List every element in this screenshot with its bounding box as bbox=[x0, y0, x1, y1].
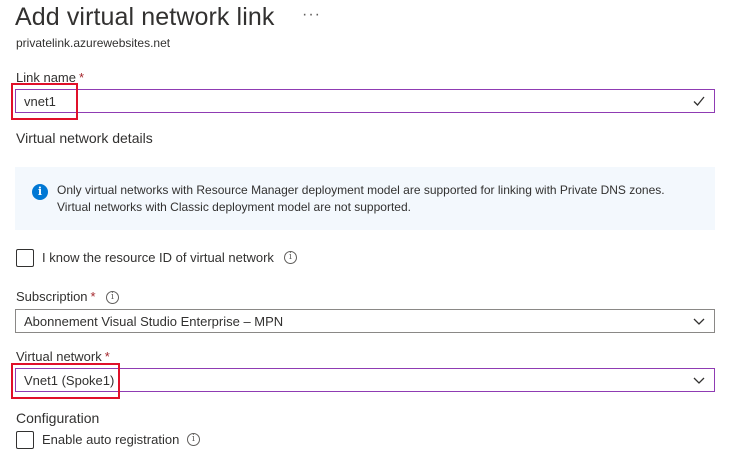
subscription-label: Subscription * bbox=[16, 289, 96, 304]
subscription-value: Abonnement Visual Studio Enterprise – MP… bbox=[24, 314, 284, 329]
auto-registration-checkbox[interactable] bbox=[16, 431, 34, 449]
info-banner: i Only virtual networks with Resource Ma… bbox=[15, 167, 715, 230]
auto-registration-label: Enable auto registration bbox=[42, 432, 180, 447]
info-circle-icon: i bbox=[32, 184, 48, 200]
chevron-down-icon bbox=[693, 318, 705, 325]
chevron-down-icon bbox=[693, 377, 705, 384]
resource-id-checkbox[interactable] bbox=[16, 249, 34, 267]
link-name-input[interactable]: vnet1 bbox=[15, 89, 715, 113]
page-subtitle: privatelink.azurewebsites.net bbox=[16, 36, 171, 50]
info-banner-text: Only virtual networks with Resource Mana… bbox=[57, 183, 665, 214]
virtual-network-highlight bbox=[11, 363, 120, 399]
checkmark-icon bbox=[693, 96, 705, 106]
virtual-network-label: Virtual network * bbox=[16, 349, 110, 364]
virtual-network-dropdown[interactable]: Vnet1 (Spoke1) bbox=[15, 368, 715, 392]
page-title: Add virtual network link bbox=[15, 3, 275, 31]
subscription-info-tooltip-icon[interactable]: i bbox=[106, 291, 119, 304]
resource-id-label: I know the resource ID of virtual networ… bbox=[42, 250, 274, 265]
configuration-heading: Configuration bbox=[16, 410, 100, 426]
subscription-dropdown[interactable]: Abonnement Visual Studio Enterprise – MP… bbox=[15, 309, 715, 333]
resource-id-info-tooltip-icon[interactable]: i bbox=[284, 251, 297, 264]
virtual-network-details-heading: Virtual network details bbox=[16, 130, 153, 146]
more-options-button[interactable]: ··· bbox=[302, 6, 321, 24]
auto-registration-info-tooltip-icon[interactable]: i bbox=[187, 433, 200, 446]
link-name-highlight bbox=[11, 83, 78, 120]
